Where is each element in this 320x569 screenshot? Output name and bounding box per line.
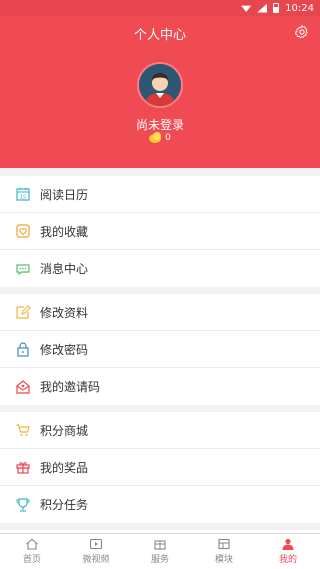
heart-box-icon xyxy=(15,223,31,239)
svg-text:15: 15 xyxy=(20,195,26,201)
wifi-icon xyxy=(241,4,251,12)
menu-item-label: 积分商城 xyxy=(40,423,89,438)
nav-item[interactable]: 我的 xyxy=(256,534,320,569)
nav-item[interactable]: 模块 xyxy=(192,534,256,569)
bottom-nav: 首页 微视频 服务 模块 我的 xyxy=(0,533,320,569)
module-icon xyxy=(217,538,231,550)
coin-balance: 0 xyxy=(0,131,320,143)
menu-item-label: 我的邀请码 xyxy=(40,380,101,394)
menu-group: 积分商城我的奖品积分任务 xyxy=(0,412,320,523)
avatar-figure-icon xyxy=(139,64,181,106)
service-icon xyxy=(153,538,167,550)
video-icon xyxy=(89,538,103,550)
menu-item-label: 积分任务 xyxy=(40,498,89,512)
menu-item-label: 修改资料 xyxy=(40,305,89,320)
menu-item[interactable]: 我的收藏 xyxy=(0,213,320,250)
coin-icon xyxy=(149,131,162,143)
invite-icon xyxy=(15,379,31,395)
chat-bubble-icon xyxy=(15,261,31,277)
nav-item-label: 服务 xyxy=(150,555,169,565)
status-time: 10:24 xyxy=(285,2,314,14)
menu-group: 15 阅读日历我的收藏消息中心 xyxy=(0,176,320,287)
menu-item-label: 阅读日历 xyxy=(40,187,89,202)
menu-item[interactable]: 修改密码 xyxy=(0,331,320,368)
nav-item[interactable]: 首页 xyxy=(0,534,64,569)
menu-item[interactable]: 我的奖品 xyxy=(0,449,320,486)
edit-icon xyxy=(15,304,31,320)
gear-icon[interactable] xyxy=(294,24,310,40)
coin-count: 0 xyxy=(165,133,171,143)
nav-item-label: 我的 xyxy=(278,555,297,565)
avatar[interactable] xyxy=(137,62,183,108)
menu-item[interactable]: 消息中心 xyxy=(0,250,320,287)
menu-item[interactable]: 积分商城 xyxy=(0,412,320,449)
nav-item[interactable]: 微视频 xyxy=(64,534,128,569)
menu-item-label: 修改密码 xyxy=(40,342,89,357)
profile-header: 个人中心 尚未登录 0 xyxy=(0,16,320,168)
lock-icon xyxy=(15,341,31,357)
menu-item-label: 我的奖品 xyxy=(40,460,89,475)
menu-item-label: 消息中心 xyxy=(40,262,89,276)
gift-icon xyxy=(15,459,31,475)
menu-group: 修改资料修改密码我的邀请码 xyxy=(0,294,320,405)
nav-item-label: 首页 xyxy=(22,555,41,565)
user-icon xyxy=(281,538,295,550)
menu-item[interactable]: 15 阅读日历 xyxy=(0,176,320,213)
menu-list: 15阅读日历我的收藏消息中心修改资料修改密码我的邀请码积分商城我的奖品积分任务我… xyxy=(0,176,320,569)
menu-item[interactable]: 修改资料 xyxy=(0,294,320,331)
menu-item[interactable]: 我的邀请码 xyxy=(0,368,320,405)
status-bar: 10:24 xyxy=(0,0,320,16)
cart-icon xyxy=(15,422,31,438)
calendar-icon: 15 xyxy=(15,186,31,202)
menu-item[interactable]: 积分任务 xyxy=(0,486,320,523)
login-status-text[interactable]: 尚未登录 xyxy=(0,116,320,133)
nav-item[interactable]: 服务 xyxy=(128,534,192,569)
menu-item-label: 我的收藏 xyxy=(40,224,89,239)
trophy-icon xyxy=(15,497,31,513)
signal-icon xyxy=(257,3,268,13)
page-title: 个人中心 xyxy=(133,28,186,43)
nav-item-label: 模块 xyxy=(214,555,233,565)
battery-icon xyxy=(273,3,280,13)
nav-item-label: 微视频 xyxy=(82,555,110,565)
home-icon xyxy=(25,538,39,550)
